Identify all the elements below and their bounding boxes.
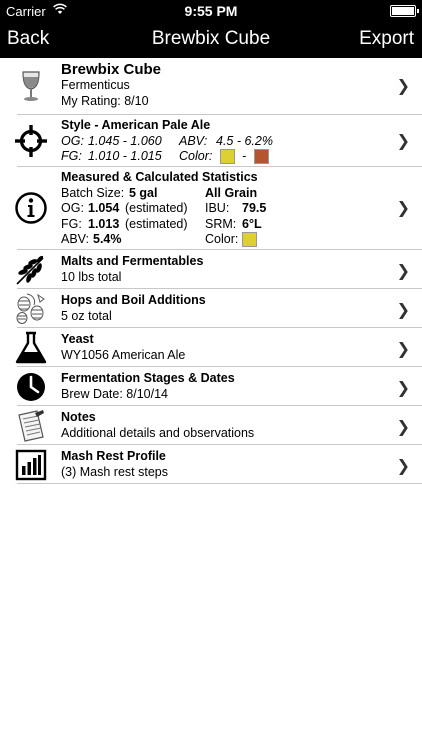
fg-note: (estimated) <box>125 216 188 231</box>
recipe-summary-row[interactable]: Brewbix Cube Fermenticus My Rating: 8/10… <box>0 58 422 115</box>
fermentation-title: Fermentation Stages & Dates <box>61 371 235 385</box>
mash-detail: (3) Mash rest steps <box>61 464 168 479</box>
style-og-label: OG: <box>61 133 84 148</box>
og-note: (estimated) <box>125 201 188 215</box>
brewer-name: Fermenticus <box>61 78 130 92</box>
notes-detail: Additional details and observations <box>61 425 255 440</box>
mash-row[interactable]: Mash Rest Profile (3) Mash rest steps ❯ <box>0 445 422 484</box>
recipe-name: Brewbix Cube <box>61 61 162 78</box>
clock-time: 9:55 PM <box>184 3 238 19</box>
chevron-right-icon: ❯ <box>396 78 410 95</box>
statistics-row[interactable]: Measured & Calculated Statistics Batch S… <box>0 167 422 250</box>
navigation-bar: Back Brewbix Cube Export <box>0 22 422 58</box>
flask-icon <box>13 330 49 366</box>
stats-title: Measured & Calculated Statistics <box>61 170 258 184</box>
abv-value: 5.4% <box>93 232 122 246</box>
chevron-right-icon: ❯ <box>396 200 410 217</box>
malts-row[interactable]: Malts and Fermentables 10 lbs total ❯ <box>0 250 422 289</box>
brew-method: All Grain <box>205 185 258 200</box>
yeast-detail: WY1056 American Ale <box>61 347 186 362</box>
style-color-high-swatch <box>254 149 269 164</box>
style-color-label: Color: <box>179 149 213 163</box>
srm-value: 6°L <box>242 216 262 231</box>
malts-title: Malts and Fermentables <box>61 254 204 268</box>
fermentation-row[interactable]: Fermentation Stages & Dates Brew Date: 8… <box>0 367 422 406</box>
yeast-row[interactable]: Yeast WY1056 American Ale ❯ <box>0 328 422 367</box>
color-label: Color: <box>205 232 239 246</box>
style-row[interactable]: Style - American Pale Ale OG: 1.045 - 1.… <box>0 115 422 167</box>
style-abv-range: 4.5 - 6.2% <box>216 133 273 148</box>
wheat-icon <box>13 252 49 288</box>
status-bar: Carrier 9:55 PM <box>0 0 422 22</box>
chevron-right-icon: ❯ <box>396 133 410 150</box>
glass-icon <box>13 68 49 104</box>
target-icon <box>13 123 49 159</box>
notes-row[interactable]: Notes Additional details and observation… <box>0 406 422 445</box>
info-icon <box>13 190 49 226</box>
og-value: 1.054 <box>88 201 120 215</box>
chevron-right-icon: ❯ <box>396 263 410 280</box>
style-fg-range: 1.010 - 1.015 <box>88 149 162 163</box>
chevron-right-icon: ❯ <box>396 302 410 319</box>
mash-title: Mash Rest Profile <box>61 449 166 463</box>
hops-detail: 5 oz total <box>61 308 112 323</box>
bar-chart-icon <box>13 447 49 483</box>
row-divider <box>17 483 422 484</box>
yeast-title: Yeast <box>61 332 94 346</box>
batch-size-label: Batch Size: <box>61 185 125 200</box>
my-rating: My Rating: 8/10 <box>61 93 149 108</box>
og-label: OG: <box>61 201 84 215</box>
batch-size-value: 5 gal <box>129 185 158 200</box>
malts-detail: 10 lbs total <box>61 269 122 284</box>
style-fg-label: FG: <box>61 149 82 163</box>
abv-label: ABV: <box>61 232 90 246</box>
style-og-range: 1.045 - 1.060 <box>88 133 162 148</box>
fermentation-detail: Brew Date: 8/10/14 <box>61 386 169 401</box>
chevron-right-icon: ❯ <box>396 419 410 436</box>
chevron-right-icon: ❯ <box>396 380 410 397</box>
clock-icon <box>13 369 49 405</box>
style-color-low-swatch <box>220 149 235 164</box>
style-title: Style - American Pale Ale <box>61 118 211 132</box>
srm-label: SRM: <box>205 216 237 231</box>
hops-row[interactable]: Hops and Boil Additions 5 oz total ❯ <box>0 289 422 328</box>
fg-value: 1.013 <box>88 216 120 231</box>
chevron-right-icon: ❯ <box>396 458 410 475</box>
hops-icon <box>13 291 49 327</box>
fg-label: FG: <box>61 216 82 231</box>
notepad-icon <box>13 408 49 444</box>
ibu-label: IBU: <box>205 201 230 215</box>
notes-title: Notes <box>61 410 96 424</box>
hops-title: Hops and Boil Additions <box>61 293 206 307</box>
style-abv-label: ABV: <box>179 133 208 148</box>
export-button[interactable]: Export <box>359 28 414 50</box>
battery-icon <box>390 5 419 17</box>
ibu-value: 79.5 <box>242 201 267 215</box>
color-swatch <box>242 232 257 247</box>
style-color-dash: - <box>242 149 247 163</box>
chevron-right-icon: ❯ <box>396 341 410 358</box>
